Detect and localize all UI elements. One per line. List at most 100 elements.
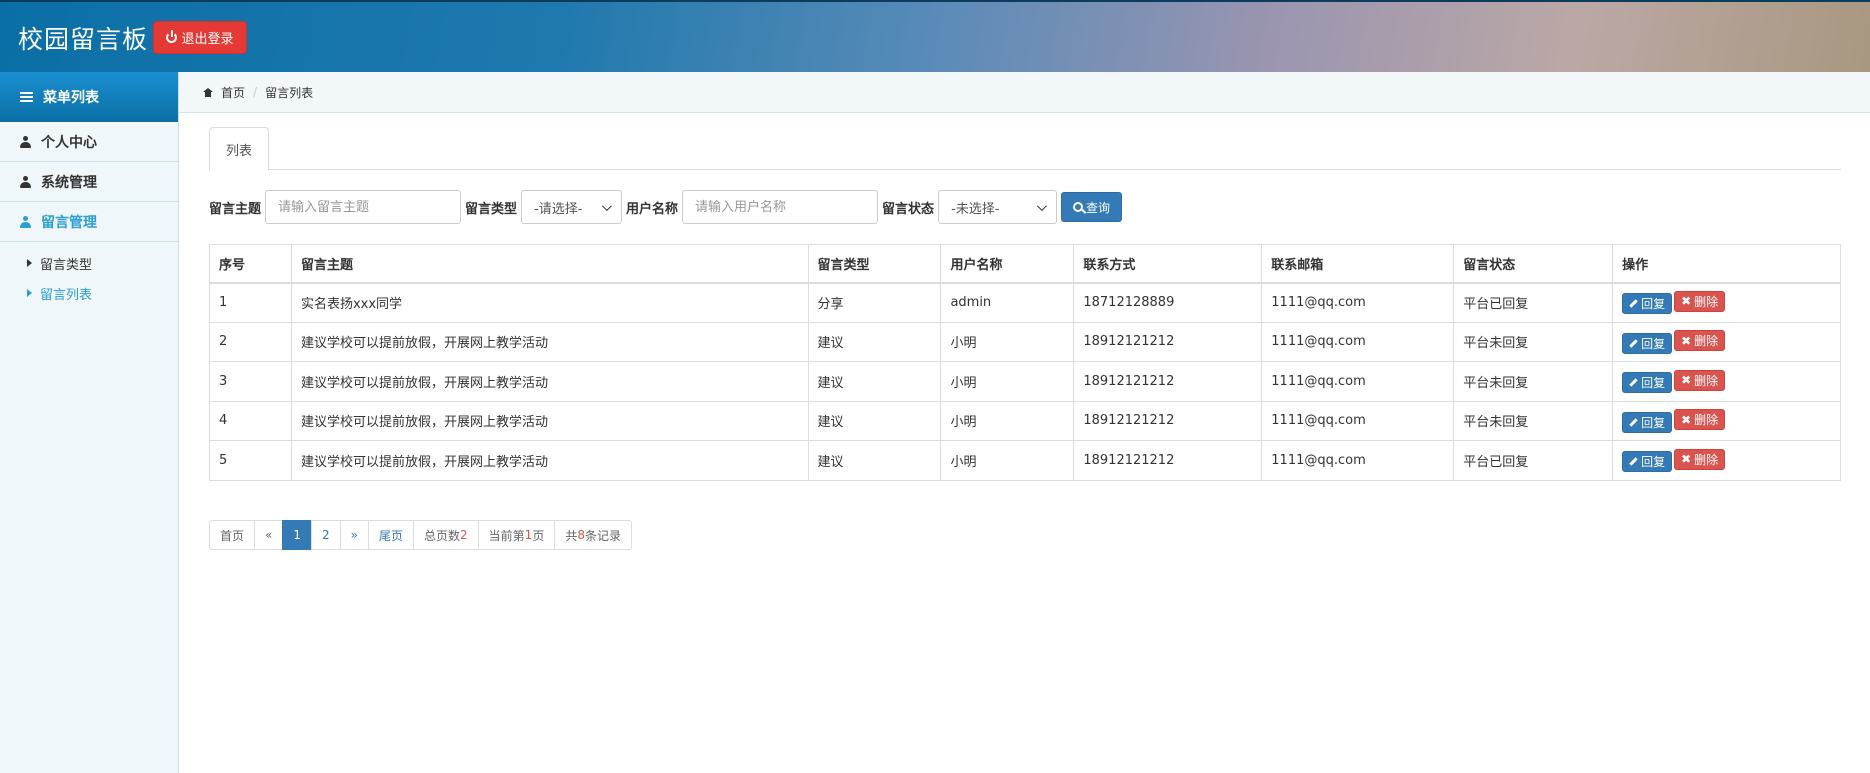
close-icon: ✖ [1681,452,1692,466]
table-row: 1 实名表扬xxx同学 分享 admin 18712128889 1111@qq.com 平… [209,282,1841,323]
cell-actions: 回复 ✖ 删除 [1612,282,1841,323]
reply-label: 回复 [1641,415,1666,430]
reply-button[interactable]: 回复 [1622,411,1673,433]
delete-label: 删除 [1694,294,1719,309]
cell-status: 平台已回复 [1453,440,1614,481]
sidebar-item-label: 个人中心 [41,134,97,151]
user-label: 用户名称 [626,201,679,217]
breadcrumb-home[interactable]: 首页 [221,84,245,101]
column-header: 留言主题 [290,244,809,284]
cell-user: 小明 [940,440,1075,481]
caret-right-icon [27,259,32,267]
cell-phone: 18912121212 [1073,400,1263,441]
sidebar-subitem-label: 留言列表 [40,287,93,303]
reply-button[interactable]: 回复 [1622,332,1673,354]
table-row: 4 建议学校可以提前放假，开展网上教学活动 建议 小明 18912121212 1111@… [209,400,1841,441]
cell-no: 2 [209,321,292,362]
reply-button[interactable]: 回复 [1622,451,1673,472]
table-row: 3 建议学校可以提前放假，开展网上教学活动 建议 小明 18912121212 1111@… [209,361,1841,402]
cell-status: 平台未回复 [1453,361,1614,402]
type-select[interactable]: -请选择- [521,190,623,224]
column-header: 联系方式 [1073,244,1263,284]
page-last[interactable]: 尾页 [367,520,414,550]
page-first[interactable]: 首页 [209,520,256,550]
query-button[interactable]: 查询 [1061,192,1123,222]
cell-email: 1111@qq.com [1261,282,1455,323]
sidebar-item-message-management[interactable]: 留言管理 [0,202,178,242]
cell-status: 平台未回复 [1453,321,1614,362]
pencil-icon [1629,338,1638,348]
breadcrumb-current: 留言列表 [265,85,314,100]
page-prev[interactable]: « [254,520,284,550]
cell-topic: 实名表扬xxx同学 [290,282,809,323]
page-2[interactable]: 2 [311,520,341,550]
sidebar-subitem-label: 留言类型 [40,257,93,273]
status-select[interactable]: -未选择- [938,190,1058,224]
delete-label: 删除 [1694,334,1719,348]
tab-bar: 列表 [209,127,1841,171]
reply-button[interactable]: 回复 [1622,372,1673,393]
reply-label: 回复 [1641,336,1666,351]
breadcrumb: 首页 / 留言列表 [179,72,1870,113]
user-icon [20,215,31,228]
search-icon [1073,202,1084,212]
column-header: 留言状态 [1453,244,1614,284]
record-count: 共 8 条记录 [554,520,632,550]
table-header-row: 序号 留言主题 留言类型 用户名称 联系方式 联系邮箱 留言状态 操作 [209,244,1841,284]
delete-button[interactable]: ✖ 删除 [1674,330,1726,351]
sidebar-submenu: 留言类型 留言列表 [0,242,178,308]
delete-label: 删除 [1694,373,1719,388]
logout-button[interactable]: 退出登录 [153,21,247,54]
status-select-value: -未选择- [951,201,1000,217]
sidebar-subitem-message-list[interactable]: 留言列表 [0,278,178,308]
cell-type: 建议 [807,440,942,481]
cell-type: 建议 [807,321,942,362]
topic-label: 留言主题 [209,201,262,217]
delete-button[interactable]: ✖ 删除 [1674,369,1726,391]
filter-bar: 留言主题 留言类型 -请选择- 用户名称 留言状态 -未选择- 查询 [209,189,1123,225]
delete-button[interactable]: ✖ 删除 [1674,409,1726,430]
cell-actions: 回复 ✖ 删除 [1612,361,1841,402]
cell-status: 平台已回复 [1453,282,1614,323]
page-1[interactable]: 1 [282,520,312,550]
cell-topic: 建议学校可以提前放假，开展网上教学活动 [290,440,809,481]
column-header: 操作 [1612,244,1841,284]
cell-email: 1111@qq.com [1261,440,1455,481]
cell-phone: 18912121212 [1073,321,1263,362]
reply-label: 回复 [1641,455,1666,469]
column-header: 用户名称 [940,244,1075,284]
cell-status: 平台未回复 [1453,400,1614,441]
user-icon [20,135,31,148]
table-row: 2 建议学校可以提前放假，开展网上教学活动 建议 小明 18912121212 1111@… [209,321,1841,362]
tab-list[interactable]: 列表 [209,127,269,171]
cell-type: 分享 [807,282,942,323]
query-label: 查询 [1086,200,1111,215]
pencil-icon [1629,417,1638,427]
top-header: 校园留言板 退出登录 [0,0,1870,72]
reply-button[interactable]: 回复 [1622,293,1673,315]
column-header: 留言类型 [807,244,942,284]
cell-actions: 回复 ✖ 删除 [1612,321,1841,362]
close-icon: ✖ [1681,294,1692,309]
sidebar-subitem-message-type[interactable]: 留言类型 [0,248,178,278]
cell-email: 1111@qq.com [1261,400,1455,441]
chevron-down-icon [601,200,612,211]
cell-phone: 18912121212 [1073,440,1263,481]
user-input[interactable] [682,190,879,224]
reply-label: 回复 [1641,297,1666,312]
app-title: 校园留言板 [18,25,149,54]
delete-button[interactable]: ✖ 删除 [1674,290,1726,312]
cell-no: 5 [209,440,292,481]
total-pages-value: 2 [460,528,468,542]
current-page-prefix: 当前第 [488,528,525,543]
page-next[interactable]: » [339,520,369,550]
home-icon [203,87,213,97]
sidebar-item-personal-center[interactable]: 个人中心 [0,122,178,162]
sidebar-item-system-management[interactable]: 系统管理 [0,162,178,202]
pencil-icon [1629,299,1638,308]
column-header: 序号 [209,244,292,284]
delete-button[interactable]: ✖ 删除 [1674,448,1726,470]
topic-input[interactable] [265,190,462,224]
pencil-icon [1629,457,1638,466]
cell-no: 1 [209,282,292,323]
